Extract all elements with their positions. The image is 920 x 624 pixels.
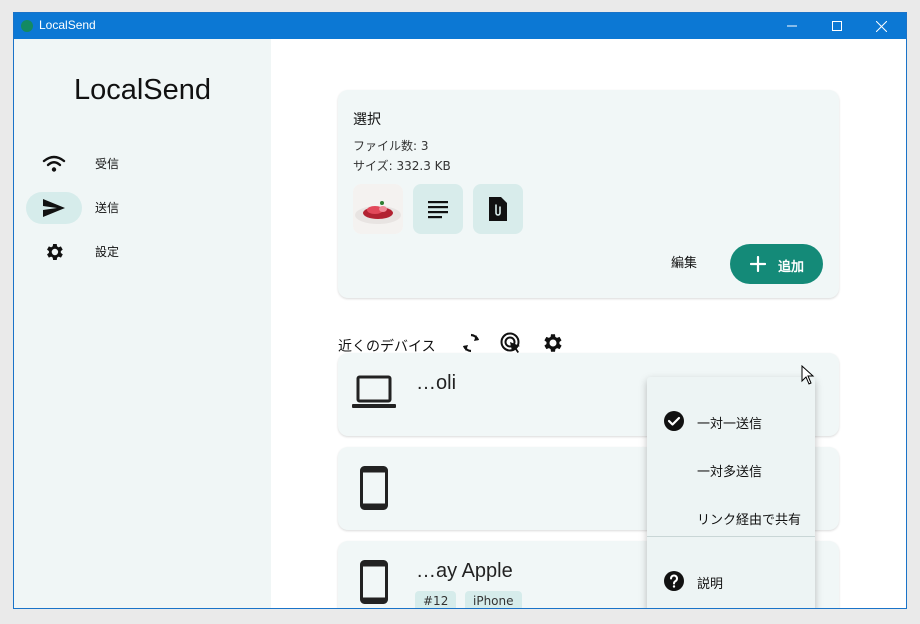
send-mode-menu: 一対一送信 一対多送信 リンク経由で共有 説明 bbox=[647, 377, 815, 608]
mouse-cursor-icon bbox=[801, 365, 815, 385]
gear-icon[interactable] bbox=[540, 331, 564, 355]
gear-icon bbox=[47, 244, 63, 260]
selection-title: 選択 bbox=[353, 112, 381, 128]
menu-divider bbox=[647, 536, 815, 537]
menu-item-single[interactable]: 一対一送信 bbox=[647, 397, 815, 445]
menu-item-help[interactable]: 説明 bbox=[647, 557, 815, 605]
app-icon bbox=[21, 20, 33, 32]
main-content: 選択 ファイル数: 3 サイズ: 332.3 KB 編集 追加 近くのデバイス … bbox=[271, 39, 906, 608]
nav-label-receive[interactable]: 受信 bbox=[95, 148, 119, 180]
device-tag: #12 bbox=[415, 591, 457, 608]
device-name: …ay Apple bbox=[416, 560, 513, 582]
minimize-button[interactable] bbox=[769, 13, 814, 39]
maximize-icon bbox=[831, 21, 842, 31]
plus-icon bbox=[750, 256, 766, 272]
selection-card: 選択 ファイル数: 3 サイズ: 332.3 KB 編集 追加 bbox=[338, 90, 839, 298]
refresh-icon[interactable] bbox=[459, 331, 483, 355]
app-logo: LocalSend bbox=[73, 74, 212, 106]
text-file-thumbnail[interactable] bbox=[413, 184, 463, 234]
device-name: …oli bbox=[416, 372, 457, 394]
menu-item-label: 説明 bbox=[697, 577, 724, 592]
menu-item-link[interactable]: リンク経由で共有 bbox=[647, 493, 815, 541]
menu-item-label: リンク経由で共有 bbox=[697, 513, 802, 528]
close-button[interactable] bbox=[859, 13, 904, 39]
add-button[interactable]: 追加 bbox=[730, 244, 823, 284]
attachment-file-icon bbox=[489, 197, 507, 221]
attachment-file-thumbnail[interactable] bbox=[473, 184, 523, 234]
nav-settings[interactable] bbox=[26, 236, 82, 268]
phone-icon bbox=[360, 466, 388, 510]
send-icon bbox=[43, 199, 65, 217]
help-icon bbox=[664, 571, 684, 591]
nav-label-send[interactable]: 送信 bbox=[95, 192, 119, 224]
title-bar: LocalSend bbox=[14, 13, 906, 39]
app-window: LocalSend LocalSend 受信 送信 設定 選択 ファイル数: 3… bbox=[13, 12, 907, 609]
scan-target-icon[interactable] bbox=[499, 331, 523, 355]
window-title: LocalSend bbox=[39, 18, 96, 32]
edit-button[interactable]: 編集 bbox=[656, 244, 712, 284]
maximize-button[interactable] bbox=[814, 13, 859, 39]
menu-item-multi[interactable]: 一対多送信 bbox=[647, 445, 815, 493]
nav-send[interactable] bbox=[26, 192, 82, 224]
text-file-icon bbox=[428, 201, 448, 219]
minimize-icon bbox=[786, 25, 797, 27]
sidebar: LocalSend 受信 送信 設定 bbox=[14, 39, 271, 608]
file-count: ファイル数: 3 bbox=[353, 139, 429, 153]
add-button-label: 追加 bbox=[778, 260, 805, 275]
wifi-icon bbox=[42, 155, 66, 172]
nav-receive[interactable] bbox=[26, 148, 82, 180]
device-tag: iPhone bbox=[465, 591, 522, 608]
file-size: サイズ: 332.3 KB bbox=[353, 159, 451, 173]
food-photo-thumbnail[interactable] bbox=[353, 184, 403, 234]
menu-item-label: 一対多送信 bbox=[697, 465, 763, 480]
check-circle-icon bbox=[664, 411, 684, 431]
laptop-icon bbox=[352, 375, 396, 408]
menu-item-label: 一対一送信 bbox=[697, 417, 763, 432]
phone-icon bbox=[360, 560, 388, 604]
close-icon bbox=[876, 20, 887, 32]
nav-label-settings[interactable]: 設定 bbox=[95, 236, 119, 268]
